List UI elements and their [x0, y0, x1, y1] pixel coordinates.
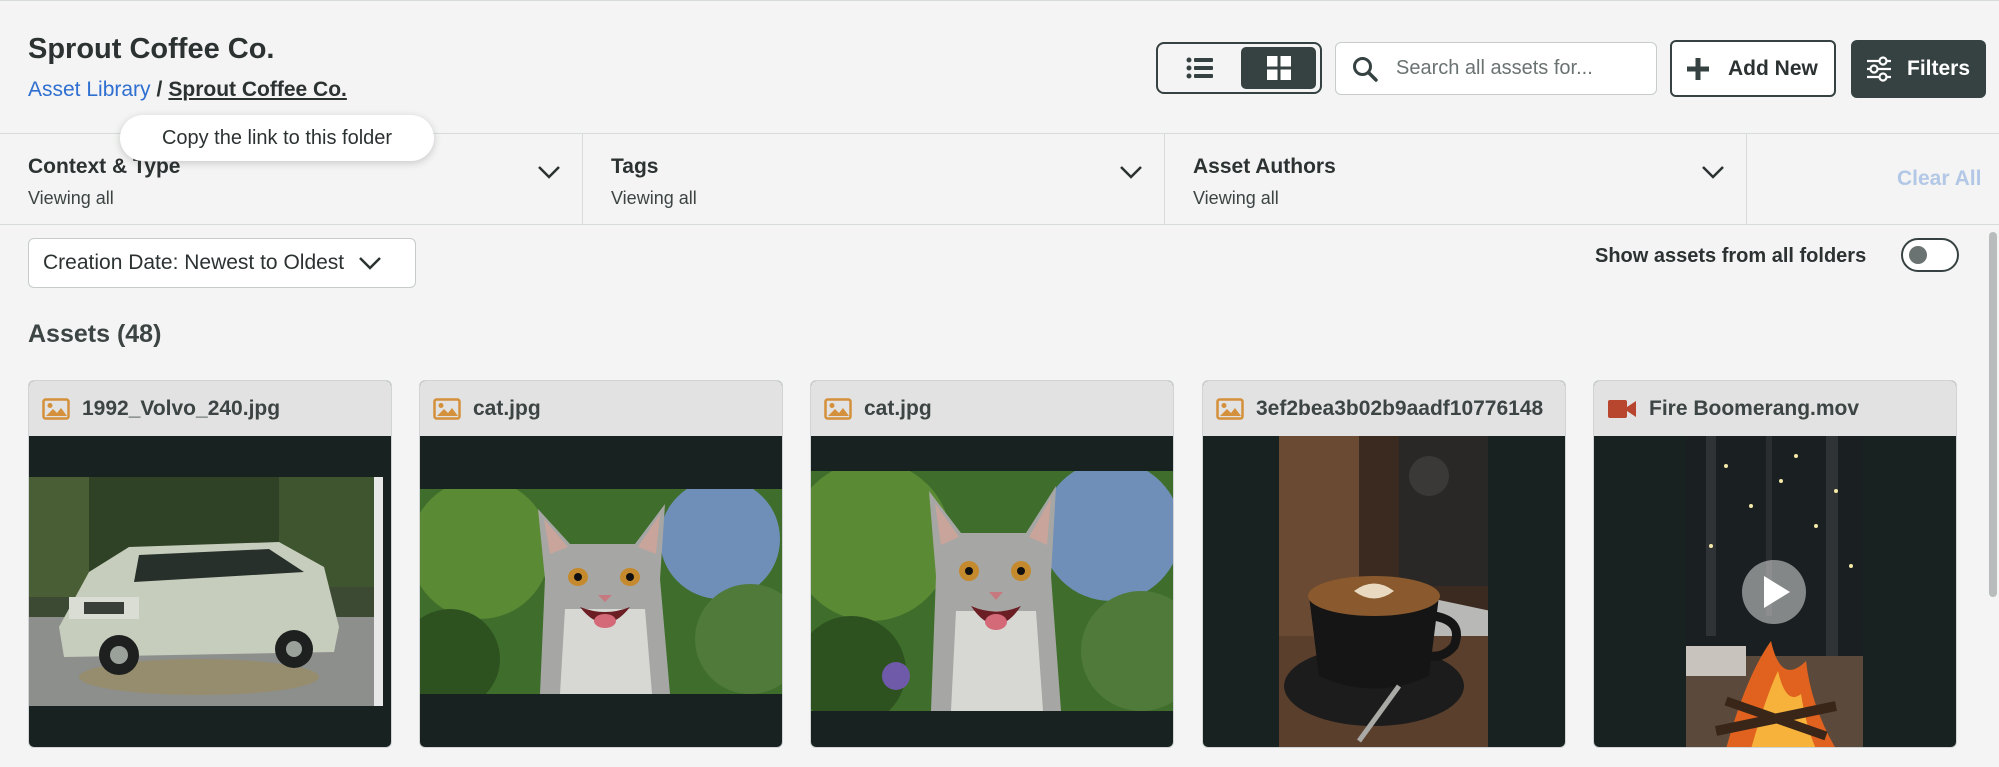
filter-tags[interactable]: Tags Viewing all [583, 134, 1165, 224]
search-box [1335, 42, 1657, 95]
asset-thumbnail-cat [420, 489, 782, 694]
add-new-label: Add New [1728, 56, 1818, 80]
asset-thumbnail-fire [1686, 436, 1863, 747]
asset-thumbnail-cat [811, 471, 1173, 711]
list-view-button[interactable] [1162, 47, 1237, 89]
asset-thumbnail-volvo [29, 477, 383, 706]
image-icon [42, 397, 70, 420]
grid-view-button[interactable] [1241, 47, 1316, 89]
plus-icon [1687, 57, 1709, 80]
copy-link-tooltip: Copy the link to this folder [120, 115, 434, 161]
grid-icon [1266, 56, 1291, 80]
filter-sub: Viewing all [28, 188, 114, 208]
breadcrumb-current-folder[interactable]: Sprout Coffee Co. [168, 78, 347, 101]
page-header: Sprout Coffee Co. Asset Library / Sprout C… [0, 0, 1999, 133]
asset-name: 3ef2bea3b02b9aadf10776148 [1256, 396, 1544, 420]
asset-card[interactable]: cat.jpg [419, 380, 783, 748]
scrollbar-thumb[interactable] [1989, 232, 1997, 597]
asset-card[interactable]: Fire Boomerang.mov [1593, 380, 1957, 748]
show-all-folders-toggle[interactable] [1901, 238, 1959, 272]
clear-all-button[interactable]: Clear All [1897, 167, 1981, 191]
view-toggle [1156, 42, 1322, 94]
search-input[interactable] [1396, 57, 1626, 80]
sort-dropdown[interactable]: Creation Date: Newest to Oldest [28, 238, 416, 288]
asset-card-header: 3ef2bea3b02b9aadf10776148 [1203, 381, 1565, 436]
image-icon [824, 397, 852, 420]
breadcrumb-asset-library-link[interactable]: Asset Library [28, 78, 151, 101]
page-title: Sprout Coffee Co. [28, 33, 275, 65]
sliders-icon [1867, 56, 1891, 82]
image-icon [433, 397, 461, 420]
chevron-down-icon [359, 257, 382, 270]
asset-card-header: Fire Boomerang.mov [1594, 381, 1956, 436]
asset-name: Fire Boomerang.mov [1649, 396, 1860, 420]
asset-card[interactable]: cat.jpg [810, 380, 1174, 748]
assets-heading: Assets (48) [28, 320, 162, 348]
show-all-folders-label: Show assets from all folders [1595, 245, 1867, 267]
chevron-down-icon [1702, 166, 1724, 179]
video-icon [1608, 399, 1636, 418]
asset-name: cat.jpg [864, 396, 932, 420]
asset-name: 1992_Volvo_240.jpg [82, 396, 281, 420]
breadcrumb-separator: / [156, 78, 163, 101]
asset-card-header: cat.jpg [420, 381, 782, 436]
add-new-button[interactable]: Add New [1670, 40, 1836, 97]
filters-label: Filters [1907, 57, 1971, 80]
filter-label: Tags [611, 155, 659, 178]
sort-label: Creation Date: Newest to Oldest [43, 251, 345, 274]
filters-button[interactable]: Filters [1851, 40, 1986, 98]
asset-card-header: 1992_Volvo_240.jpg [29, 381, 391, 436]
filter-asset-authors[interactable]: Asset Authors Viewing all [1165, 134, 1747, 224]
filter-sub: Viewing all [1193, 188, 1279, 208]
image-icon [1216, 397, 1244, 420]
filter-sub: Viewing all [611, 188, 697, 208]
asset-thumbnail-coffee [1279, 436, 1488, 747]
toggle-knob [1909, 246, 1927, 264]
breadcrumb: Asset Library / Sprout Coffee Co. [28, 78, 347, 102]
list-icon [1186, 57, 1213, 79]
asset-card-header: cat.jpg [811, 381, 1173, 436]
asset-name: cat.jpg [473, 396, 541, 420]
chevron-down-icon [1120, 166, 1142, 179]
asset-card[interactable]: 3ef2bea3b02b9aadf10776148 [1202, 380, 1566, 748]
chevron-down-icon [538, 166, 560, 179]
asset-card[interactable]: 1992_Volvo_240.jpg [28, 380, 392, 748]
filter-label: Asset Authors [1193, 155, 1336, 178]
search-icon [1353, 56, 1378, 82]
